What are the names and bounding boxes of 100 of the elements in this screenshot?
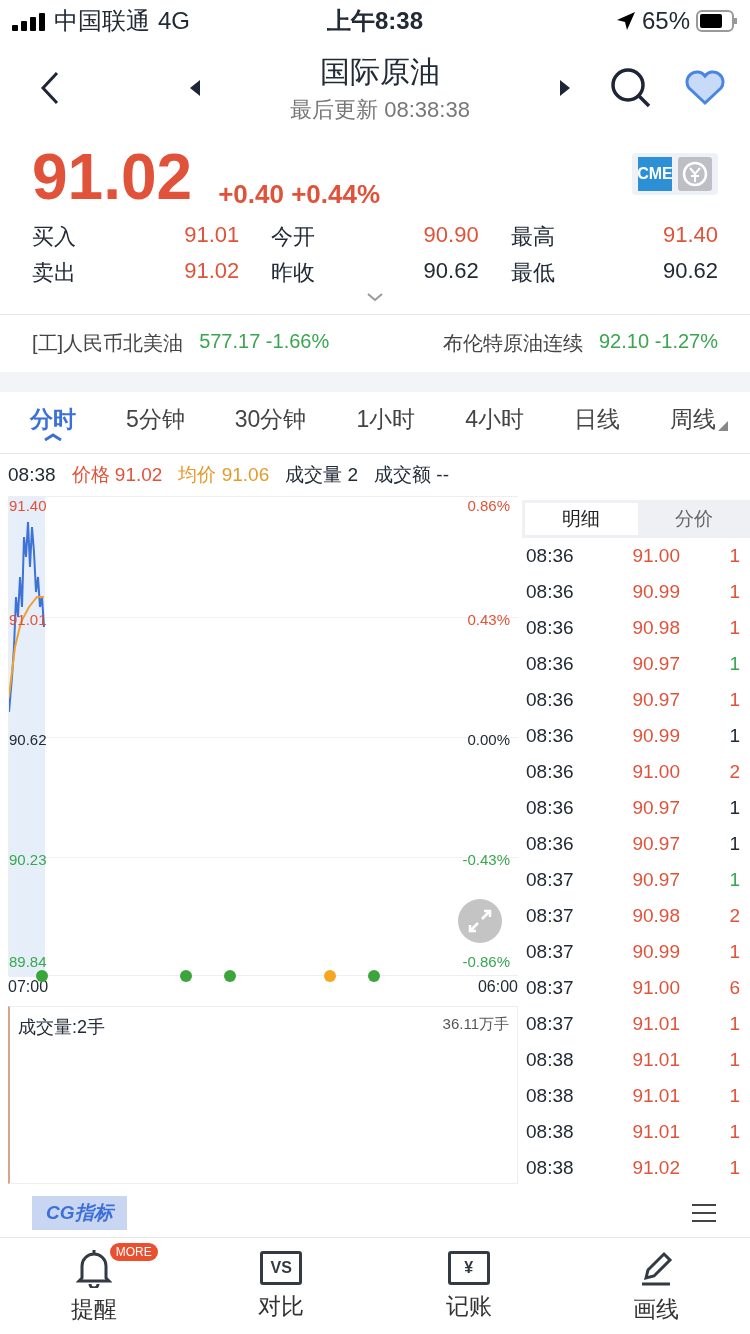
price-axis-label: 89.84 [9, 953, 47, 970]
trade-quantity: 1 [728, 1121, 740, 1143]
related-price: 577.17 -1.66% [199, 330, 330, 354]
volume-label: 成交量:2手 [18, 1016, 105, 1039]
period-tab[interactable]: 4小时 [465, 404, 524, 441]
status-time: 上午8:38 [326, 6, 423, 36]
dropdown-corner-icon [718, 420, 728, 431]
trade-time: 08:38 [526, 1085, 575, 1107]
trade-time: 08:36 [526, 725, 575, 747]
last-update: 最后更新 08:38:38 [290, 95, 470, 124]
price-axis-label: 90.23 [9, 851, 47, 868]
cursor-amount: 成交额 -- [374, 463, 449, 487]
cursor-time: 08:38 [8, 464, 56, 486]
price-axis-label: 90.62 [9, 731, 47, 748]
trade-quantity: 1 [728, 545, 740, 567]
trade-price: 90.99 [631, 725, 681, 747]
cursor-price: 价格 91.02 [71, 463, 163, 487]
trade-price: 90.99 [631, 581, 681, 603]
trade-quantity: 1 [728, 689, 740, 711]
yen-exchange-icon [678, 157, 712, 191]
trade-price: 90.97 [631, 653, 681, 675]
trade-time: 08:37 [526, 1013, 575, 1035]
trade-quantity: 1 [728, 833, 740, 855]
trade-time: 08:36 [526, 761, 575, 783]
percent-axis-label: 0.00% [467, 731, 510, 748]
trade-quantity: 1 [728, 1085, 740, 1107]
period-tab[interactable]: 周线 [670, 404, 728, 441]
trade-time: 08:37 [526, 905, 575, 927]
period-tab[interactable]: 日线 [574, 404, 620, 441]
trade-time: 08:37 [526, 941, 575, 963]
trade-price: 90.97 [631, 869, 681, 891]
bell-icon [75, 1247, 112, 1288]
expand-icon[interactable] [366, 292, 384, 302]
stat-value: 91.40 [662, 222, 718, 249]
trade-price: 90.97 [631, 833, 681, 855]
price-axis-label: 91.40 [9, 497, 47, 514]
detail-tab[interactable]: 明细 [525, 503, 638, 535]
period-tab[interactable]: 分时 [30, 404, 76, 441]
time-axis-label: 06:00 [477, 978, 518, 997]
related-name[interactable]: [工]人民币北美油 [32, 330, 184, 357]
detail-tab[interactable]: 分价 [637, 500, 750, 538]
stat-value: 90.62 [662, 258, 718, 285]
trade-quantity: 1 [728, 617, 740, 639]
search-icon [610, 67, 652, 109]
trade-price: 91.02 [631, 1157, 681, 1179]
trade-time: 08:36 [526, 833, 575, 855]
last-price: 91.02 [32, 140, 193, 214]
volume-max-label: 36.11万手 [442, 1015, 509, 1034]
trade-quantity: 6 [728, 977, 740, 999]
related-price: 92.10 -1.27% [599, 330, 718, 354]
nav-item[interactable]: ¥ 记账 [375, 1249, 563, 1323]
trade-quantity: 1 [728, 1049, 740, 1071]
nav-item[interactable]: 画线 [562, 1246, 750, 1326]
stat-value: 90.62 [423, 258, 479, 285]
event-dot[interactable] [179, 969, 193, 983]
percent-axis-label: -0.43% [462, 851, 510, 868]
percent-axis-label: 0.43% [467, 611, 510, 628]
period-tab[interactable]: 30分钟 [234, 404, 307, 441]
cursor-volume: 成交量 2 [285, 463, 359, 487]
trade-price: 90.98 [631, 617, 681, 639]
trade-time: 08:36 [526, 545, 575, 567]
trade-quantity: 1 [728, 653, 740, 675]
trade-price: 90.97 [631, 797, 681, 819]
trade-time: 08:37 [526, 977, 575, 999]
trade-time: 08:36 [526, 653, 575, 675]
trade-price: 91.01 [631, 1049, 681, 1071]
stat-label: 卖出 [32, 259, 76, 287]
trade-price: 90.99 [631, 941, 681, 963]
signal-icon [12, 11, 46, 31]
trade-quantity: 2 [728, 761, 740, 783]
trade-time: 08:38 [526, 1049, 575, 1071]
exchange-logo: CME [638, 157, 672, 191]
trade-quantity: 1 [728, 725, 740, 747]
period-tab[interactable]: 1小时 [356, 404, 416, 441]
percent-axis-label: 0.86% [467, 497, 510, 514]
trade-price: 90.97 [631, 689, 681, 711]
trade-price: 91.00 [631, 545, 681, 567]
trade-quantity: 1 [728, 1013, 740, 1035]
event-dot[interactable] [323, 969, 337, 983]
trade-price: 91.01 [631, 1013, 681, 1035]
heart-icon [684, 70, 726, 106]
battery-icon [696, 10, 738, 32]
back-icon [40, 71, 60, 105]
nav-item[interactable]: VS 对比 [187, 1249, 375, 1323]
trade-time: 08:36 [526, 617, 575, 639]
stat-value: 91.01 [184, 222, 240, 249]
trade-time: 08:38 [526, 1157, 575, 1179]
event-dot[interactable] [223, 969, 237, 983]
period-tab[interactable]: 5分钟 [126, 404, 185, 441]
more-badge: MORE [109, 1242, 158, 1261]
yen-ledger-icon: ¥ [447, 1250, 490, 1285]
trade-quantity: 1 [728, 581, 740, 603]
trade-quantity: 1 [728, 797, 740, 819]
percent-axis-label: -0.86% [462, 953, 510, 970]
trade-price: 90.98 [631, 905, 681, 927]
event-dot[interactable] [367, 969, 381, 983]
related-name[interactable]: 布伦特原油连续 [443, 330, 583, 357]
trade-price: 91.01 [631, 1121, 681, 1143]
stat-label: 买入 [32, 223, 76, 251]
trade-price: 91.00 [631, 977, 681, 999]
